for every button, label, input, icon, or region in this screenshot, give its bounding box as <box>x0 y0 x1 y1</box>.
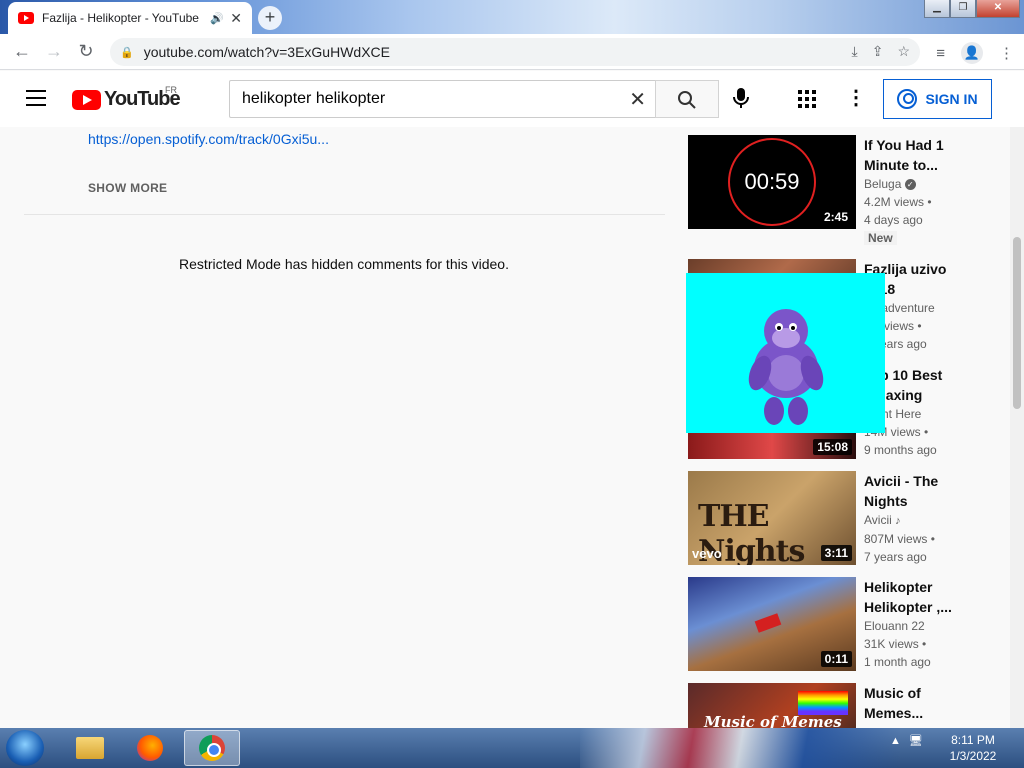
share-icon[interactable]: ⇪ <box>872 43 884 60</box>
media-control-icon[interactable]: ≡ <box>936 45 945 62</box>
account-icon <box>897 89 918 109</box>
sign-in-label: SIGN IN <box>925 91 978 107</box>
new-tab-button[interactable]: + <box>258 6 282 30</box>
spotify-link[interactable]: https://open.spotify.com/track/0Gxi5u... <box>88 131 329 147</box>
speaker-icon[interactable]: 🔊 <box>210 12 224 25</box>
video-title[interactable]: Music of Memes... <box>864 683 974 723</box>
youtube-header: YouTube FR helikopter helikopter ✕ ⋮ SIG… <box>0 71 1024 127</box>
file-explorer-button[interactable] <box>62 730 118 766</box>
browser-toolbar: ← → ↻ 🔒 youtube.com/watch?v=3ExGuHWdXCE … <box>0 34 1024 70</box>
music-note-icon: ♪ <box>895 515 901 527</box>
settings-dots-icon[interactable]: ⋮ <box>846 85 866 110</box>
recommendation-item[interactable]: THE Nights vevo 3:11 Avicii - The Nights… <box>688 471 988 571</box>
bookmark-star-icon[interactable]: ☆ <box>897 43 910 60</box>
minimize-button[interactable]: ▁ <box>924 0 950 18</box>
browser-tabstrip: Fazlija - Helikopter - YouTube 🔊 ✕ + ▁ ❐… <box>0 0 1024 34</box>
show-more-button[interactable]: SHOW MORE <box>88 181 167 195</box>
clock-time: 8:11 PM <box>951 733 995 747</box>
channel-name[interactable]: Avicii ♪ <box>864 511 974 530</box>
video-thumbnail[interactable]: THE Nights vevo 3:11 <box>688 471 856 565</box>
firefox-icon <box>137 735 163 761</box>
search-button[interactable] <box>655 80 719 118</box>
network-icon[interactable]: 🖥 <box>909 734 923 747</box>
video-thumbnail[interactable]: 00:59 2:45 <box>688 135 856 229</box>
hamburger-menu-icon[interactable] <box>26 90 46 111</box>
duration-badge: 3:11 <box>820 545 852 561</box>
vevo-logo: vevo <box>692 546 722 561</box>
tab-title: Fazlija - Helikopter - YouTube <box>42 11 199 25</box>
youtube-logo[interactable]: YouTube FR <box>72 85 181 111</box>
bonzi-buddy-overlay[interactable] <box>686 273 885 433</box>
upload-age: 9 months ago <box>864 443 937 457</box>
video-title[interactable]: If You Had 1 Minute to... <box>864 135 974 175</box>
scrollbar-thumb[interactable] <box>1013 237 1021 409</box>
search-query[interactable]: helikopter helikopter <box>242 90 385 108</box>
omnibox-icons: ⤓ ⇪ ☆ <box>852 43 911 60</box>
view-count: 4.2M views • <box>864 195 932 209</box>
country-code: FR <box>165 85 177 95</box>
install-icon[interactable]: ⤓ <box>852 43 858 60</box>
browser-menu-icon[interactable]: ⋮ <box>999 44 1014 62</box>
recommendation-item[interactable]: 00:59 2:45 If You Had 1 Minute to... Bel… <box>688 135 988 245</box>
start-button[interactable] <box>6 730 44 766</box>
youtube-favicon-icon <box>18 12 34 24</box>
recommendation-item[interactable]: Music of Memes Music of Memes... <box>688 683 988 728</box>
window-close-button[interactable]: ✕ <box>976 0 1020 18</box>
duration-badge: 2:45 <box>819 209 852 225</box>
sign-in-button[interactable]: SIGN IN <box>883 79 992 119</box>
folder-icon <box>76 737 104 759</box>
forward-arrow-icon[interactable]: → <box>38 41 70 62</box>
back-arrow-icon[interactable]: ← <box>6 41 38 62</box>
youtube-play-icon <box>72 89 101 110</box>
divider <box>24 214 665 215</box>
tray-arrow-icon[interactable]: ▲ <box>890 735 901 747</box>
upload-age: 1 month ago <box>864 655 931 669</box>
verified-icon: ✓ <box>904 179 916 191</box>
toolbar-right: ≡ 👤 ⋮ <box>936 42 1014 64</box>
countdown-circle: 00:59 <box>728 138 816 226</box>
thumbnail-text: Music of Memes <box>704 713 842 728</box>
nyan-rainbow-shape <box>798 691 848 715</box>
clear-search-icon[interactable]: ✕ <box>629 87 646 112</box>
chrome-button[interactable] <box>184 730 240 766</box>
channel-name[interactable]: Elouann 22 <box>864 617 974 635</box>
reload-icon[interactable]: ↻ <box>70 41 102 62</box>
video-thumbnail[interactable]: Music of Memes <box>688 683 856 728</box>
firefox-button[interactable] <box>122 730 178 766</box>
clock-date: 1/3/2022 <box>949 749 997 763</box>
restore-button[interactable]: ❐ <box>950 0 976 18</box>
microphone-icon[interactable] <box>733 87 749 114</box>
video-title[interactable]: Avicii - The Nights <box>864 471 974 511</box>
search-input[interactable]: helikopter helikopter ✕ <box>229 80 656 118</box>
profile-avatar-icon[interactable]: 👤 <box>961 42 983 64</box>
new-badge: New <box>864 231 897 245</box>
bonzi-gorilla-icon <box>748 309 824 425</box>
upload-age: 4 days ago <box>864 213 923 227</box>
upload-age: 7 years ago <box>864 550 927 564</box>
channel-name[interactable]: Beluga ✓ <box>864 175 974 193</box>
video-thumbnail[interactable]: 0:11 <box>688 577 856 671</box>
view-count: 807M views • <box>864 532 935 546</box>
taskbar-background-art <box>580 728 900 768</box>
view-count: 31K views • <box>864 637 927 651</box>
chrome-icon <box>199 735 225 761</box>
duration-badge: 0:11 <box>820 651 852 667</box>
address-bar[interactable]: 🔒 youtube.com/watch?v=3ExGuHWdXCE ⤓ ⇪ ☆ <box>110 38 920 66</box>
helicopter-shape <box>754 613 782 633</box>
browser-tab[interactable]: Fazlija - Helikopter - YouTube 🔊 ✕ <box>8 2 252 34</box>
vertical-scrollbar[interactable] <box>1010 127 1024 728</box>
video-title[interactable]: Helikopter Helikopter ,... <box>864 577 974 617</box>
windows-taskbar: ▲ 🖥 8:11 PM 1/3/2022 <box>0 728 1024 768</box>
lock-icon[interactable]: 🔒 <box>120 46 134 59</box>
window-controls: ▁ ❐ ✕ <box>924 0 1020 18</box>
taskbar-clock[interactable]: 8:11 PM 1/3/2022 <box>938 732 1008 764</box>
apps-grid-icon[interactable] <box>798 90 816 108</box>
restricted-comments-message: Restricted Mode has hidden comments for … <box>179 256 509 272</box>
tab-close-icon[interactable]: ✕ <box>230 10 242 27</box>
system-tray: ▲ 🖥 <box>890 734 923 748</box>
duration-badge: 15:08 <box>813 439 852 455</box>
search-icon <box>678 91 696 109</box>
recommendation-item[interactable]: 0:11 Helikopter Helikopter ,... Elouann … <box>688 577 988 677</box>
url-text[interactable]: youtube.com/watch?v=3ExGuHWdXCE <box>144 44 390 60</box>
